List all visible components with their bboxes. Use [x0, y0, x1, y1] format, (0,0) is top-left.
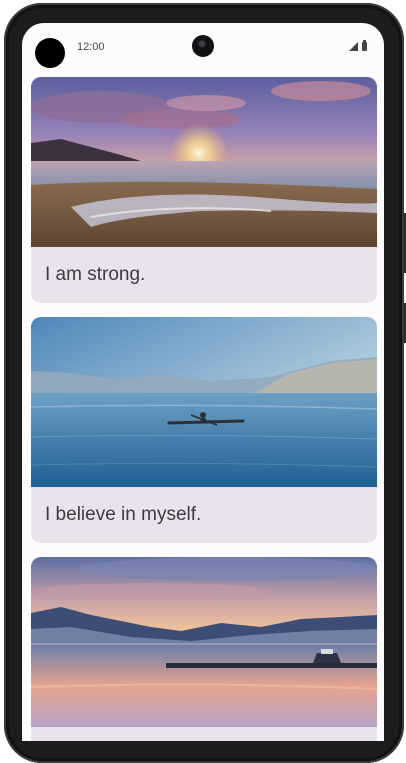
affirmation-list[interactable]: I am strong. I believe in myself. [31, 77, 377, 741]
front-camera [192, 35, 214, 57]
mountain-lake-sunset-photo [31, 557, 377, 727]
status-bar: 12:00 [22, 23, 384, 69]
affirmation-card[interactable] [31, 557, 377, 741]
affirmation-card[interactable]: I believe in myself. [31, 317, 377, 543]
kayak-lake-photo [31, 317, 377, 487]
app-screen: 12:00 I am strong. I believe in myself. [22, 23, 384, 741]
status-icons [349, 40, 367, 51]
affirmation-card[interactable]: I am strong. [31, 77, 377, 303]
battery-icon [362, 40, 367, 51]
beach-sunset-photo [31, 77, 377, 247]
status-time: 12:00 [77, 41, 105, 53]
affirmation-text: I am strong. [45, 264, 146, 285]
signal-icon [349, 42, 358, 51]
affirmation-text: I believe in myself. [45, 504, 202, 525]
affirmation-text [31, 727, 377, 741]
status-avatar [35, 38, 65, 68]
